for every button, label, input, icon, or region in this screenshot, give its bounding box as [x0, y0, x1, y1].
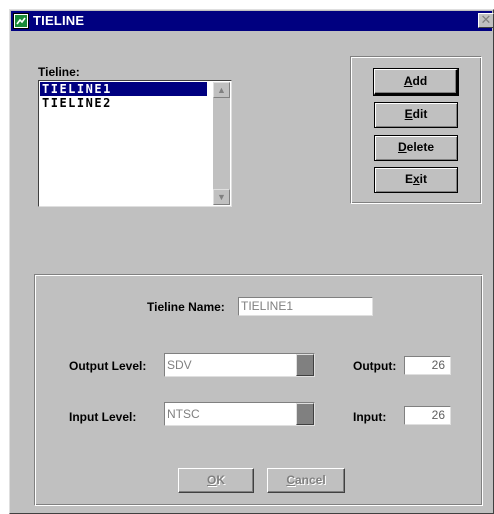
output-level-combobox[interactable]: SDV [164, 353, 315, 377]
input-level-dropdown-button[interactable] [296, 403, 314, 425]
exit-button-pre: E [404, 172, 413, 186]
exit-button[interactable]: Exit [374, 167, 458, 193]
cancel-button-rest: ancel [294, 473, 326, 487]
scroll-down-arrow-icon[interactable]: ▼ [213, 189, 230, 205]
close-icon[interactable]: ✕ [478, 13, 494, 28]
add-button-rest: dd [412, 74, 428, 88]
list-item-tieline1[interactable]: TIELINE1 [40, 82, 207, 96]
delete-button-rest: elete [406, 140, 435, 154]
title-bar: TIELINE ✕ [11, 11, 494, 31]
tieline-list-label: Tieline: [38, 65, 80, 79]
window-title: TIELINE [33, 13, 85, 28]
add-button-accel: A [403, 74, 413, 88]
output-label: Output: [353, 359, 397, 373]
edit-button[interactable]: Edit [374, 102, 458, 128]
tieline-name-label: Tieline Name: [147, 300, 225, 314]
tieline-properties-group: Tieline Name: TIELINE1 Output Level: SDV… [34, 274, 483, 506]
input-label: Input: [353, 410, 387, 424]
exit-button-accel: x [412, 172, 420, 186]
edit-button-accel: E [404, 107, 413, 121]
delete-button[interactable]: Delete [374, 135, 458, 161]
input-level-combobox[interactable]: NTSC [164, 402, 315, 426]
output-number-field[interactable]: 26 [404, 356, 451, 375]
list-item-tieline2[interactable]: TIELINE2 [40, 96, 207, 110]
app-icon-glyph [16, 17, 26, 25]
delete-button-accel: D [397, 140, 407, 154]
exit-button-rest: it [419, 172, 428, 186]
action-buttons-group: Add Edit Delete Exit [350, 56, 482, 204]
tieline-window: TIELINE ✕ Tieline: TIELINE1 TIELINE2 ▲ ▼… [9, 9, 494, 514]
input-level-label: Input Level: [69, 410, 137, 424]
tieline-list-items: TIELINE1 TIELINE2 [40, 82, 207, 110]
edit-button-rest: dit [412, 107, 428, 121]
cancel-button[interactable]: Cancel [267, 468, 345, 493]
output-level-label: Output Level: [69, 359, 147, 373]
cancel-button-accel: C [286, 473, 295, 487]
scroll-up-arrow-icon[interactable]: ▲ [213, 82, 230, 98]
add-button[interactable]: Add [373, 68, 459, 96]
tieline-listbox[interactable]: TIELINE1 TIELINE2 ▲ ▼ [38, 80, 232, 207]
tieline-name-field[interactable]: TIELINE1 [238, 297, 373, 316]
ok-button[interactable]: OK [178, 468, 254, 493]
output-level-dropdown-button[interactable] [296, 354, 314, 376]
list-vertical-scrollbar[interactable]: ▲ ▼ [213, 82, 230, 205]
app-icon[interactable] [13, 13, 29, 29]
input-number-field[interactable]: 26 [404, 406, 451, 425]
ok-button-accel: O [206, 473, 217, 487]
ok-button-rest: K [216, 473, 225, 487]
